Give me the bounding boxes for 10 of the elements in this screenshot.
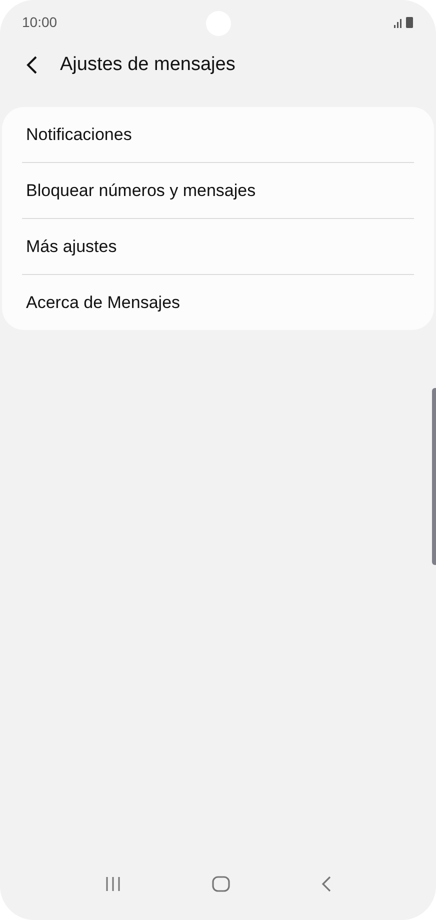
screen-title: Ajustes de mensajes: [60, 54, 236, 76]
status-icons: [394, 16, 414, 28]
settings-item[interactable]: Más ajustes: [22, 218, 414, 274]
recent-apps-icon[interactable]: [105, 876, 122, 892]
settings-item[interactable]: Acerca de Mensajes: [22, 274, 414, 330]
home-icon[interactable]: [212, 876, 230, 892]
back-icon[interactable]: [320, 876, 331, 892]
status-time: 10:00: [22, 14, 58, 30]
settings-item[interactable]: Bloquear números y mensajes: [22, 162, 414, 218]
settings-item[interactable]: Notificaciones: [22, 107, 414, 162]
